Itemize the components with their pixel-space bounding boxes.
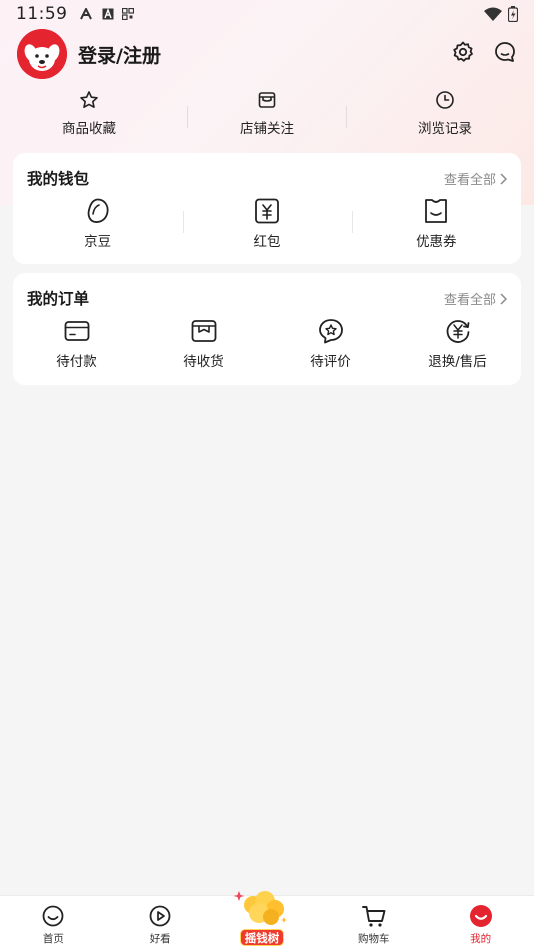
cart-icon: [361, 906, 386, 927]
red-envelope-icon: [255, 198, 279, 224]
chevron-right-icon: [500, 172, 507, 185]
package-icon: [191, 320, 216, 342]
order-item-pending-review[interactable]: 待评价: [267, 317, 394, 370]
money-tree-label: 摇钱树: [239, 929, 284, 946]
wallet-item-label: 京豆: [84, 234, 112, 250]
message-icon[interactable]: [493, 40, 517, 64]
bottom-tab-bar: 首页 好看 摇钱树 购物车 我的: [0, 891, 534, 950]
tab-haokan[interactable]: 好看: [107, 896, 214, 950]
quick-link-history[interactable]: 浏览记录: [356, 90, 534, 144]
wallet-view-all-link[interactable]: 查看全部: [444, 169, 507, 188]
orders-view-all-link[interactable]: 查看全部: [444, 289, 507, 308]
tab-me[interactable]: 我的: [427, 896, 534, 950]
divider: [346, 106, 347, 128]
quick-link-label: 商品收藏: [62, 121, 116, 137]
wallet-item-red-envelope[interactable]: 红包: [182, 197, 351, 250]
quick-link-followed-stores[interactable]: 店铺关注: [178, 90, 356, 144]
autofill-icon: [79, 8, 92, 20]
status-notification-icons: [79, 8, 134, 20]
profile-header[interactable]: 登录/注册: [17, 29, 161, 79]
header-actions: [451, 40, 517, 64]
view-all-label: 查看全部: [443, 293, 496, 308]
order-item-label: 待收货: [183, 354, 224, 370]
refund-icon: [446, 320, 469, 343]
bean-icon: [87, 198, 109, 223]
order-items: 待付款 待收货 待评价 退换/售后: [13, 317, 521, 370]
quick-link-label: 浏览记录: [418, 121, 472, 137]
wallet-items: 京豆 红包 优惠券: [13, 197, 521, 250]
order-item-pending-receipt[interactable]: 待收货: [140, 317, 267, 370]
store-icon: [258, 92, 276, 108]
home-icon: [42, 905, 64, 927]
coupon-icon: [425, 199, 448, 223]
orders-card: 我的订单 查看全部 待付款 待收货 待评价 退换/售后: [13, 273, 521, 385]
review-icon: [318, 319, 343, 344]
chevron-right-icon: [500, 292, 507, 305]
order-item-refund-aftersales[interactable]: 退换/售后: [394, 317, 521, 370]
gear-icon[interactable]: [451, 40, 475, 64]
wallet-item-coupon[interactable]: 优惠券: [352, 197, 521, 250]
qr-icon: [121, 8, 134, 20]
star-icon: [80, 91, 98, 108]
wallet-title: 我的钱包: [27, 170, 90, 188]
wifi-icon: [484, 7, 502, 21]
quick-links: 商品收藏 店铺关注 浏览记录: [0, 90, 534, 144]
tab-label: 我的: [470, 933, 492, 945]
wallet-card: 我的钱包 查看全部 京豆 红包 优惠券: [13, 153, 521, 264]
tab-label: 购物车: [358, 933, 390, 945]
status-bar: 11:59: [0, 0, 534, 28]
order-item-label: 待付款: [56, 354, 97, 370]
tab-label: 首页: [42, 933, 64, 945]
money-tree-badge: 摇钱树: [233, 891, 298, 950]
quick-link-favorites[interactable]: 商品收藏: [0, 90, 178, 144]
view-all-label: 查看全部: [443, 173, 496, 188]
avatar[interactable]: [17, 29, 67, 79]
quick-link-label: 店铺关注: [240, 121, 294, 137]
money-tree-icon: [233, 891, 288, 925]
card-icon: [64, 321, 89, 341]
play-icon: [149, 905, 171, 927]
status-time: 11:59: [16, 4, 68, 24]
tab-home[interactable]: 首页: [0, 896, 107, 950]
order-item-label: 待评价: [310, 354, 351, 370]
joy-dog-avatar-icon: [17, 29, 67, 79]
keyboard-a-icon: [102, 8, 113, 20]
order-item-label: 退换/售后: [428, 354, 487, 370]
tab-money-tree[interactable]: 摇钱树: [214, 891, 321, 950]
wallet-item-label: 优惠券: [416, 234, 457, 250]
wallet-item-label: 红包: [253, 234, 281, 250]
login-register-link[interactable]: 登录/注册: [78, 41, 161, 68]
orders-title: 我的订单: [27, 290, 90, 308]
battery-icon: [508, 6, 518, 22]
tab-label: 好看: [149, 933, 171, 945]
me-icon: [469, 905, 492, 927]
wallet-item-jingdou[interactable]: 京豆: [13, 197, 182, 250]
tab-cart[interactable]: 购物车: [320, 896, 427, 950]
clock-icon: [436, 91, 454, 109]
order-item-pending-payment[interactable]: 待付款: [13, 317, 140, 370]
